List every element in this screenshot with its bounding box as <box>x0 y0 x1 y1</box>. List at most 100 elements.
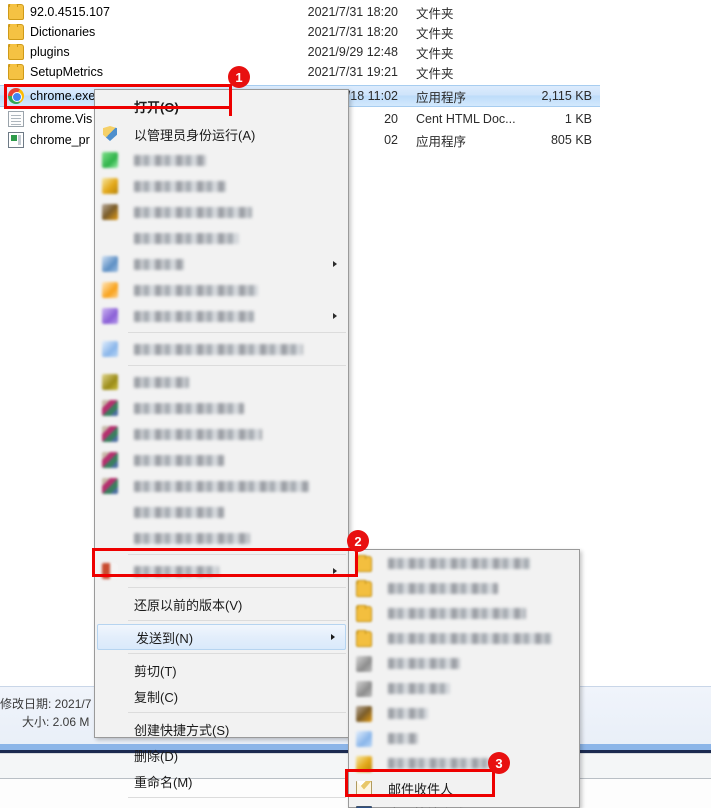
menu-item-redacted-submenu[interactable] <box>96 303 347 329</box>
menu-item-label: 发送到(N) <box>136 630 194 646</box>
file-name-cell: 92.0.4515.107 <box>0 4 280 20</box>
submenu-item-redacted[interactable] <box>350 726 578 751</box>
menu-item-redacted[interactable] <box>96 395 347 421</box>
file-size: 805 KB <box>550 133 592 147</box>
annotation-box-2 <box>92 548 358 577</box>
folder-icon <box>8 4 24 20</box>
menu-item-delete[interactable]: 删除(D) <box>96 742 347 768</box>
green-icon <box>102 152 118 168</box>
annotation-badge-2: 2 <box>347 530 369 552</box>
menu-item-send-to[interactable]: 发送到(N) <box>97 624 346 650</box>
menu-separator <box>128 587 346 588</box>
menu-item-label: 还原以前的版本(V) <box>134 597 243 613</box>
orange-icon <box>102 282 118 298</box>
file-date: 2021/9/29 12:48 <box>307 45 398 59</box>
blank-icon <box>102 230 118 246</box>
menu-item-label-redacted <box>134 232 239 244</box>
brown-icon <box>102 204 118 220</box>
blank-icon <box>102 721 118 737</box>
menu-separator <box>128 712 346 713</box>
menu-item-redacted[interactable] <box>96 473 347 499</box>
blank-icon <box>102 662 118 678</box>
submenu-item-label-redacted <box>388 733 418 744</box>
chevron-right-icon <box>333 261 337 267</box>
light-blue-icon <box>102 341 118 357</box>
table-row[interactable]: plugins 2021/9/29 12:48 文件夹 <box>0 42 711 62</box>
blank-icon <box>104 629 120 645</box>
chevron-right-icon <box>333 313 337 319</box>
file-size: 1 KB <box>564 112 592 126</box>
table-row[interactable]: 92.0.4515.107 2021/7/31 18:20 文件夹 <box>0 2 711 22</box>
multicolor-icon <box>102 400 118 416</box>
menu-item-label: 创建快捷方式(S) <box>134 722 230 738</box>
blue-icon <box>102 256 118 272</box>
blank-icon <box>102 688 118 704</box>
menu-item-label-redacted <box>134 310 254 322</box>
olive-icon <box>102 374 118 390</box>
folder-icon <box>356 554 372 572</box>
file-type: 文件夹 <box>416 26 454 41</box>
submenu-item-redacted[interactable] <box>350 551 578 576</box>
folder-icon <box>356 579 372 597</box>
menu-item-cut[interactable]: 剪切(T) <box>96 657 347 683</box>
menu-item-redacted[interactable] <box>96 147 347 173</box>
folder-icon <box>8 24 24 40</box>
file-name-cell: plugins <box>0 44 280 60</box>
submenu-item-redacted[interactable] <box>350 601 578 626</box>
file-type: 应用程序 <box>416 90 467 105</box>
folder-icon <box>8 44 24 60</box>
menu-item-label-redacted <box>134 480 309 492</box>
menu-separator <box>128 332 346 333</box>
submenu-item-redacted[interactable] <box>350 701 578 726</box>
menu-item-redacted[interactable] <box>96 199 347 225</box>
brown-icon <box>356 705 372 722</box>
details-size: 大小: 2.06 M <box>22 715 90 729</box>
menu-separator <box>128 365 346 366</box>
submenu-item-label-redacted <box>388 583 498 594</box>
blank-icon <box>102 596 118 612</box>
context-menu[interactable]: 打开(O) 以管理员身份运行(A) <box>94 89 349 808</box>
multicolor-icon <box>102 452 118 468</box>
annotation-leader-1 <box>229 108 232 116</box>
menu-item-redacted[interactable] <box>96 277 347 303</box>
annotation-badge-3: 3 <box>488 752 510 774</box>
submenu-item-label-redacted <box>388 558 530 569</box>
submenu-item-redacted[interactable] <box>350 626 578 651</box>
file-name: SetupMetrics <box>30 65 103 79</box>
details-modified-date: 修改日期: 2021/7 <box>0 697 92 711</box>
menu-item-properties[interactable]: 属性(R) <box>96 801 347 808</box>
menu-item-label: 属性(R) <box>134 805 178 808</box>
blank-icon <box>102 747 118 763</box>
menu-item-redacted[interactable] <box>96 369 347 395</box>
menu-item-redacted[interactable] <box>96 225 347 251</box>
menu-item-redacted[interactable] <box>96 499 347 525</box>
menu-item-redacted[interactable] <box>96 447 347 473</box>
submenu-item-redacted[interactable] <box>350 576 578 601</box>
context-menu-inner: 打开(O) 以管理员身份运行(A) <box>96 91 347 808</box>
table-row[interactable]: Dictionaries 2021/7/31 18:20 文件夹 <box>0 22 711 42</box>
menu-item-redacted-submenu[interactable] <box>96 251 347 277</box>
file-name: plugins <box>30 45 70 59</box>
blank-icon <box>102 530 118 546</box>
menu-item-redacted[interactable] <box>96 336 347 362</box>
menu-item-restore-previous-versions[interactable]: 还原以前的版本(V) <box>96 591 347 617</box>
annotation-box-3 <box>345 769 495 797</box>
menu-item-run-as-admin[interactable]: 以管理员身份运行(A) <box>96 121 347 147</box>
submenu-item-redacted[interactable] <box>350 651 578 676</box>
table-row[interactable]: SetupMetrics 2021/7/31 19:21 文件夹 <box>0 62 711 82</box>
menu-item-label: 复制(C) <box>134 689 179 705</box>
submenu-item-desktop-shortcut[interactable]: 桌面快捷方式 <box>350 801 578 808</box>
menu-item-redacted[interactable] <box>96 421 347 447</box>
menu-item-copy[interactable]: 复制(C) <box>96 683 347 709</box>
file-name: 92.0.4515.107 <box>30 5 110 19</box>
menu-item-rename[interactable]: 重命名(M) <box>96 768 347 794</box>
menu-item-label-redacted <box>134 376 189 388</box>
submenu-item-redacted[interactable] <box>350 676 578 701</box>
multicolor-icon <box>102 478 118 494</box>
menu-item-label-redacted <box>134 258 184 270</box>
menu-item-label-redacted <box>134 428 262 440</box>
menu-item-create-shortcut[interactable]: 创建快捷方式(S) <box>96 716 347 742</box>
menu-item-redacted[interactable] <box>96 173 347 199</box>
gold-icon <box>102 178 118 194</box>
folder-icon <box>8 64 24 80</box>
